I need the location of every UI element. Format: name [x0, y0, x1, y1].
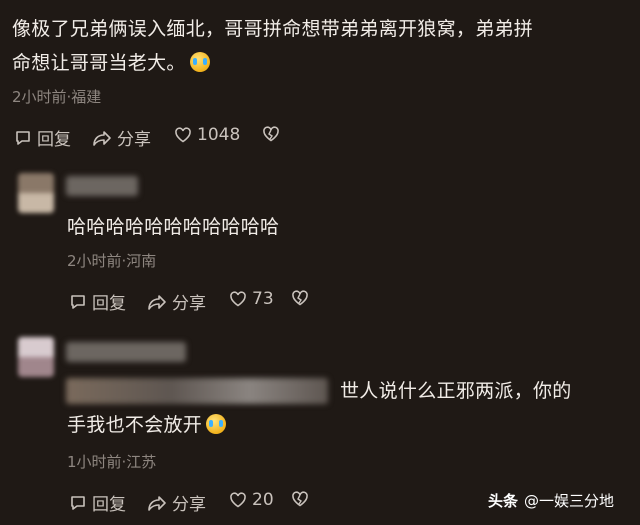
comment-3-line-2: 手我也不会放开 [67, 414, 203, 436]
comment-2-username-blurred[interactable] [66, 176, 138, 196]
share-label: 分享 [172, 294, 206, 314]
share-icon [148, 294, 166, 310]
reply-icon [71, 495, 85, 510]
like-count: 1048 [197, 125, 241, 145]
reply-icon [16, 130, 30, 145]
broken-heart-icon [292, 290, 308, 306]
comment-3-share-button[interactable]: 分享 [147, 490, 206, 515]
comment-2-share-button[interactable]: 分享 [147, 289, 206, 314]
crying-emoji-icon [206, 414, 227, 434]
comment-3-dislike-button[interactable] [291, 490, 314, 508]
comment-1-line-1: 像极了兄弟俩误入缅北，哥哥拼命想带弟弟离开狼窝，弟弟拼 [12, 18, 534, 40]
crying-emoji-icon [189, 52, 210, 72]
like-count: 20 [252, 490, 274, 510]
share-icon [93, 130, 111, 146]
comment-2-reply-button[interactable]: 回复 [69, 289, 126, 314]
reply-label: 回复 [92, 294, 126, 314]
comment-2-avatar[interactable] [18, 173, 54, 213]
share-icon [148, 495, 166, 511]
comment-3-username-blurred[interactable] [66, 342, 186, 362]
comment-2-meta: 2小时前·河南 [67, 252, 157, 270]
comment-1-reply-button[interactable]: 回复 [14, 125, 71, 150]
heart-icon [230, 291, 246, 307]
comment-3-reply-button[interactable]: 回复 [69, 490, 126, 515]
heart-icon [230, 492, 246, 508]
share-label: 分享 [117, 130, 151, 150]
comment-1-text: 像极了兄弟俩误入缅北，哥哥拼命想带弟弟离开狼窝，弟弟拼 命想让哥哥当老大。 [12, 12, 632, 80]
comment-3-meta: 1小时前·江苏 [67, 453, 157, 471]
comment-2-dislike-button[interactable] [291, 289, 314, 307]
broken-heart-icon [292, 491, 308, 507]
comment-1-dislike-button[interactable] [262, 125, 285, 143]
reply-icon [71, 294, 85, 309]
reply-label: 回复 [37, 130, 71, 150]
comment-3-like-button[interactable]: 20 [229, 490, 274, 510]
comment-1-line-2: 命想让哥哥当老大。 [12, 52, 186, 74]
comment-2-like-button[interactable]: 73 [229, 289, 274, 309]
comment-1-like-button[interactable]: 1048 [174, 125, 240, 145]
comment-1-meta: 2小时前·福建 [12, 88, 102, 106]
comment-3-avatar[interactable] [18, 337, 54, 377]
comment-2-text: 哈哈哈哈哈哈哈哈哈哈哈 [67, 216, 280, 238]
reply-label: 回复 [92, 495, 126, 515]
watermark-author: @一娱三分地 [524, 492, 615, 510]
share-label: 分享 [172, 495, 206, 515]
broken-heart-icon [263, 126, 279, 142]
heart-icon [175, 127, 191, 143]
watermark-brand: 头条 [488, 492, 519, 510]
comment-3-line-1: 世人说什么正邪两派，你的 [340, 380, 572, 402]
watermark: 头条 @一娱三分地 [488, 490, 614, 511]
comment-1-share-button[interactable]: 分享 [92, 125, 151, 150]
comment-3-quoted-text-blurred [66, 378, 328, 404]
like-count: 73 [252, 289, 274, 309]
